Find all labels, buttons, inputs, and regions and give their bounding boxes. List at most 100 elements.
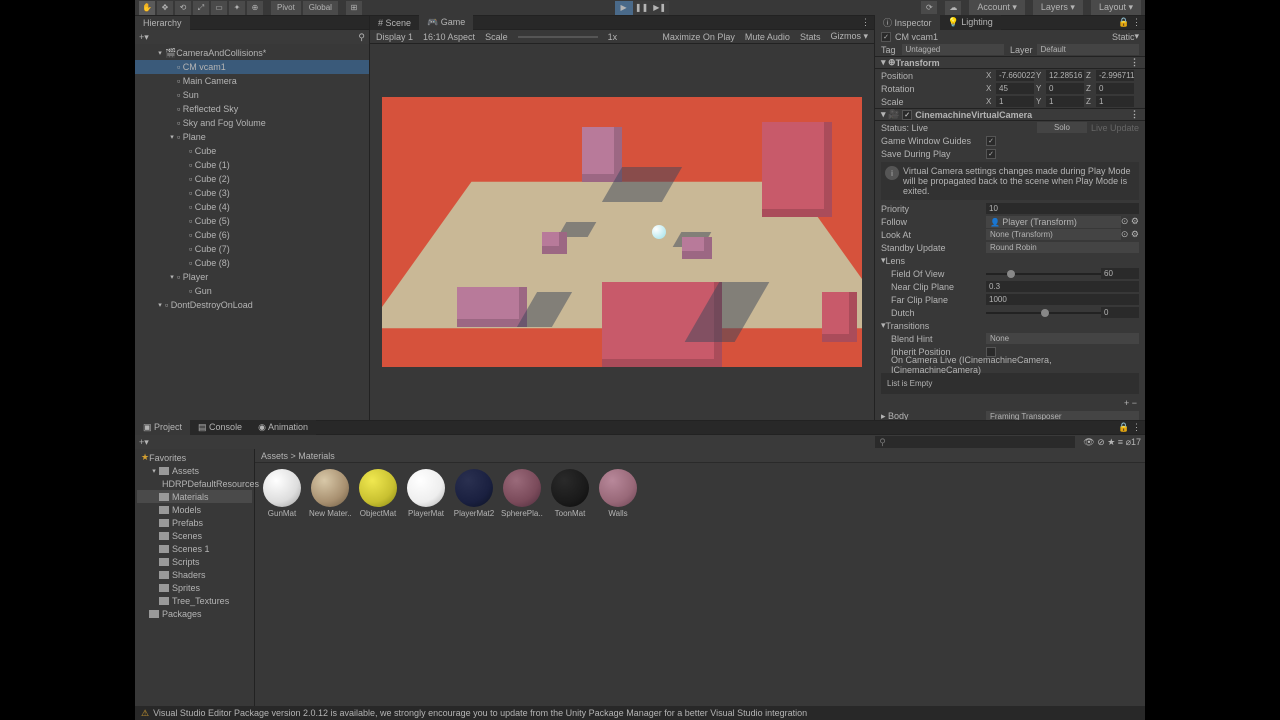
step-button[interactable]: ▶❚ (651, 1, 669, 15)
rotation-z[interactable]: 0 (1096, 83, 1134, 94)
hierarchy-item[interactable]: ▫ Cube (8) (135, 256, 369, 270)
gizmos-dropdown[interactable]: Gizmos ▾ (830, 31, 868, 42)
lookat-field[interactable]: None (Transform) (986, 229, 1121, 240)
scale-slider[interactable] (518, 36, 598, 38)
material-asset[interactable]: ObjectMat (357, 469, 399, 518)
pivot-toggle[interactable]: Pivot (271, 1, 301, 15)
tab-game[interactable]: 🎮 Game (419, 15, 473, 30)
material-asset[interactable]: ToonMat (549, 469, 591, 518)
project-folder[interactable]: Models (137, 503, 252, 516)
hierarchy-item[interactable]: ▫ Gun (135, 284, 369, 298)
hierarchy-item[interactable]: ▫ Sky and Fog Volume (135, 116, 369, 130)
collab-icon[interactable]: ⟳ (921, 1, 937, 15)
lookat-target-icon[interactable]: ⊙ ⚙ (1121, 229, 1139, 240)
scale-y[interactable]: 1 (1046, 96, 1084, 107)
hierarchy-item[interactable]: ▾▫ Plane (135, 130, 369, 144)
hierarchy-item[interactable]: ▫ Cube (2) (135, 172, 369, 186)
position-x[interactable]: -7.660022 (996, 70, 1034, 81)
project-folder[interactable]: Scripts (137, 555, 252, 568)
scale-tool[interactable]: ⤢ (193, 1, 209, 15)
priority-field[interactable]: 10 (986, 203, 1139, 214)
hierarchy-item[interactable]: ▫ CM vcam1 (135, 60, 369, 74)
solo-button[interactable]: Solo (1037, 122, 1087, 133)
hierarchy-item[interactable]: ▫ Cube (3) (135, 186, 369, 200)
layout-dropdown[interactable]: Layout ▾ (1091, 0, 1141, 15)
static-dropdown[interactable]: Static (1112, 32, 1135, 42)
mute-toggle[interactable]: Mute Audio (745, 32, 790, 42)
cvc-header[interactable]: CinemachineVirtualCamera (915, 110, 1032, 120)
hierarchy-item[interactable]: ▫ Sun (135, 88, 369, 102)
hierarchy-item[interactable]: ▫ Cube (4) (135, 200, 369, 214)
move-tool[interactable]: ✥ (157, 1, 173, 15)
near-field[interactable]: 0.3 (986, 281, 1139, 292)
transitions-foldout[interactable]: Transitions (886, 321, 930, 331)
dutch-slider[interactable] (986, 312, 1101, 314)
tab-lighting[interactable]: 💡 Lighting (940, 15, 1001, 30)
fov-slider[interactable] (986, 273, 1101, 275)
project-search[interactable] (875, 436, 1075, 448)
hierarchy-item[interactable]: ▫ Main Camera (135, 74, 369, 88)
material-asset[interactable]: GunMat (261, 469, 303, 518)
pause-button[interactable]: ❚❚ (633, 1, 651, 15)
aspect-dropdown[interactable]: 16:10 Aspect (423, 32, 475, 42)
project-folder[interactable]: Scenes 1 (137, 542, 252, 555)
rotation-x[interactable]: 45 (996, 83, 1034, 94)
material-asset[interactable]: SpherePla... (501, 469, 543, 518)
material-asset[interactable]: PlayerMat2 (453, 469, 495, 518)
hierarchy-item[interactable]: ▫ Cube (5) (135, 214, 369, 228)
search-icon[interactable]: ⚲ (358, 32, 365, 43)
cloud-icon[interactable]: ☁ (945, 1, 961, 15)
create-asset-icon[interactable]: +▾ (139, 437, 149, 448)
account-dropdown[interactable]: Account ▾ (969, 0, 1025, 15)
scene-row[interactable]: ▾🎬 CameraAndCollisions* (135, 46, 369, 60)
body-foldout[interactable]: Body (888, 411, 909, 420)
follow-field[interactable]: 👤 Player (Transform) (986, 216, 1121, 228)
custom-tool[interactable]: ⊕ (247, 1, 263, 15)
position-y[interactable]: 12.28516 (1046, 70, 1084, 81)
hierarchy-item[interactable]: ▫ Cube (6) (135, 228, 369, 242)
game-guides-checkbox[interactable]: ✓ (986, 136, 996, 146)
breadcrumb[interactable]: Assets > Materials (255, 449, 1145, 463)
rect-tool[interactable]: ▭ (211, 1, 227, 15)
hierarchy-item[interactable]: ▫ Reflected Sky (135, 102, 369, 116)
project-folder[interactable]: Prefabs (137, 516, 252, 529)
far-field[interactable]: 1000 (986, 294, 1139, 305)
tab-project[interactable]: ▣ Project (135, 420, 190, 435)
project-folder[interactable]: Scenes (137, 529, 252, 542)
tab-inspector[interactable]: ⓘ Inspector (875, 14, 940, 31)
standby-dropdown[interactable]: Round Robin (986, 242, 1139, 253)
transform-tool[interactable]: ✦ (229, 1, 245, 15)
remove-event-button[interactable]: − (1132, 398, 1137, 408)
snap-toggle[interactable]: ⊞ (346, 1, 362, 15)
tab-console[interactable]: ▤ Console (190, 420, 250, 435)
layers-dropdown[interactable]: Layers ▾ (1033, 0, 1083, 15)
tab-hierarchy[interactable]: Hierarchy (135, 16, 190, 30)
material-asset[interactable]: New Mater... (309, 469, 351, 518)
hierarchy-item[interactable]: ▫ Cube (1) (135, 158, 369, 172)
body-mode-dropdown[interactable]: Framing Transposer (986, 411, 1139, 420)
blend-dropdown[interactable]: None (986, 333, 1139, 344)
position-z[interactable]: -2.996711 (1096, 70, 1134, 81)
transform-header[interactable]: Transform (896, 58, 940, 68)
project-folder[interactable]: Tree_Textures (137, 594, 252, 607)
project-folder[interactable]: Materials (137, 490, 252, 503)
add-event-button[interactable]: + (1124, 398, 1132, 408)
object-name-field[interactable]: CM vcam1 (891, 32, 1112, 42)
rotation-y[interactable]: 0 (1046, 83, 1084, 94)
hierarchy-item[interactable]: ▾▫ DontDestroyOnLoad (135, 298, 369, 312)
tag-dropdown[interactable]: Untagged (902, 44, 1004, 55)
create-dropdown-icon[interactable]: +▾ (139, 32, 149, 43)
maximize-toggle[interactable]: Maximize On Play (662, 32, 735, 42)
favorites-row[interactable]: ★ Favorites (137, 451, 252, 464)
global-toggle[interactable]: Global (303, 1, 338, 15)
object-active-checkbox[interactable]: ✓ (881, 32, 891, 42)
project-folder[interactable]: ▾Assets (137, 464, 252, 477)
scale-z[interactable]: 1 (1096, 96, 1134, 107)
display-dropdown[interactable]: Display 1 (376, 32, 413, 42)
follow-target-icon[interactable]: ⊙ ⚙ (1121, 216, 1139, 227)
hierarchy-item[interactable]: ▫ Cube (7) (135, 242, 369, 256)
hierarchy-item[interactable]: ▾▫ Player (135, 270, 369, 284)
project-folder[interactable]: Shaders (137, 568, 252, 581)
hierarchy-item[interactable]: ▫ Cube (135, 144, 369, 158)
play-button[interactable]: ▶ (615, 1, 633, 15)
